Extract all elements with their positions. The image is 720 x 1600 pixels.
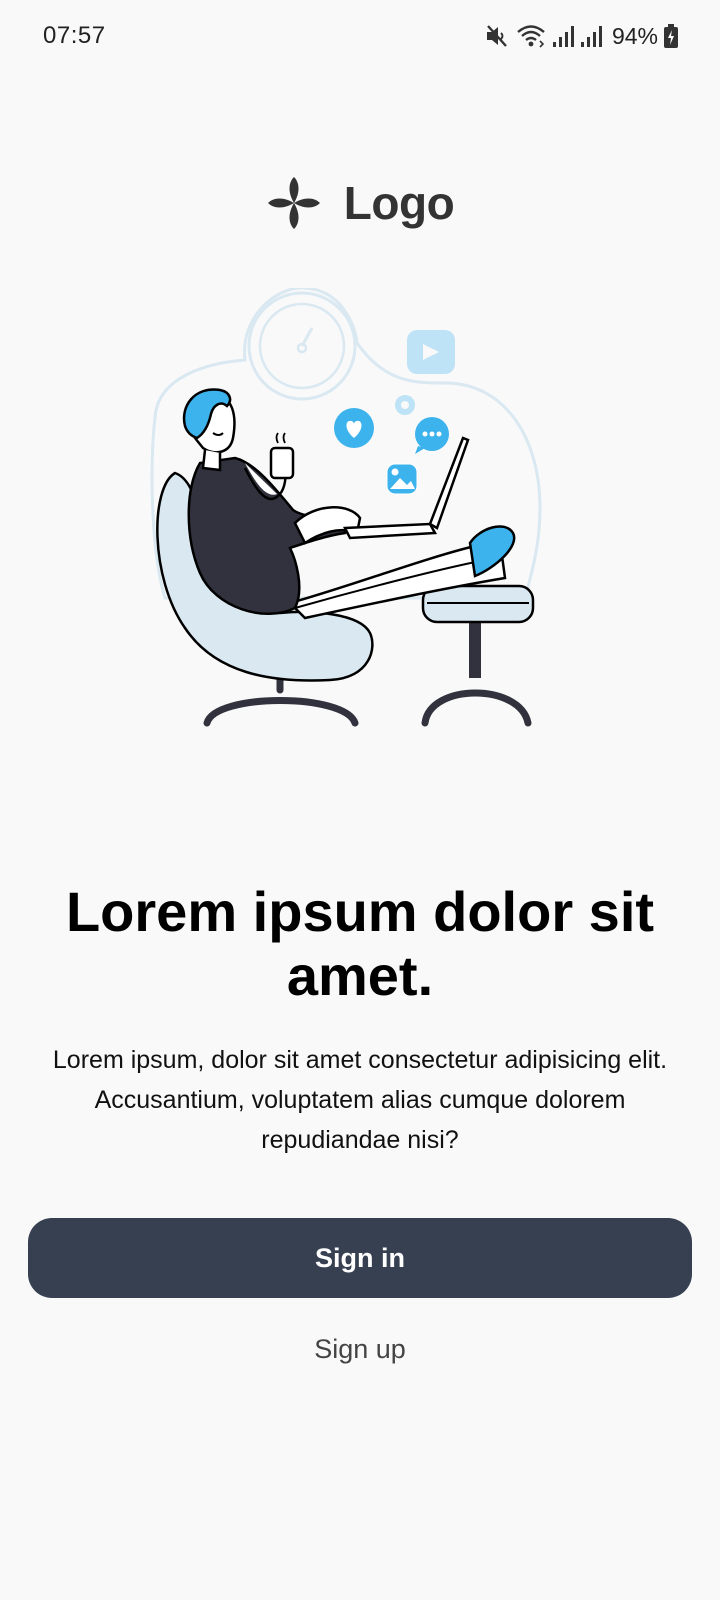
onboarding-screen: 07:57 94% Logo Lorem ipsum dolor sit ame…	[0, 0, 720, 1600]
person-torso	[187, 456, 347, 616]
heart-bubble-icon	[334, 408, 374, 448]
mute-icon	[486, 25, 507, 47]
battery-percent: 94%	[611, 22, 658, 49]
video-bubble-icon	[407, 330, 455, 374]
app-logo: Logo	[0, 175, 720, 231]
chat-bubble-icon	[415, 417, 449, 454]
coffee-cup-icon	[269, 432, 295, 480]
clock-icon	[247, 291, 357, 401]
status-icons: 94%	[484, 20, 678, 52]
logo-text: Logo	[343, 177, 455, 229]
headline: Lorem ipsum dolor sit amet.	[65, 880, 655, 1007]
chair-base	[203, 674, 359, 727]
status-bar: 07:57 94%	[0, 0, 720, 72]
status-time: 07:57	[43, 22, 106, 49]
wifi-icon	[517, 25, 545, 48]
description: Lorem ipsum, dolor sit amet consectetur …	[52, 1046, 668, 1154]
clover-icon	[267, 177, 320, 229]
signal-icon	[552, 26, 574, 47]
signal-icon	[580, 26, 602, 47]
image-bubble-icon	[386, 463, 418, 495]
battery-charging-icon	[664, 24, 678, 48]
sign-up-link[interactable]: Sign up	[0, 1334, 720, 1365]
hero-illustration	[150, 288, 542, 727]
sign-in-button[interactable]: Sign in	[28, 1218, 692, 1298]
ottoman	[421, 584, 535, 727]
